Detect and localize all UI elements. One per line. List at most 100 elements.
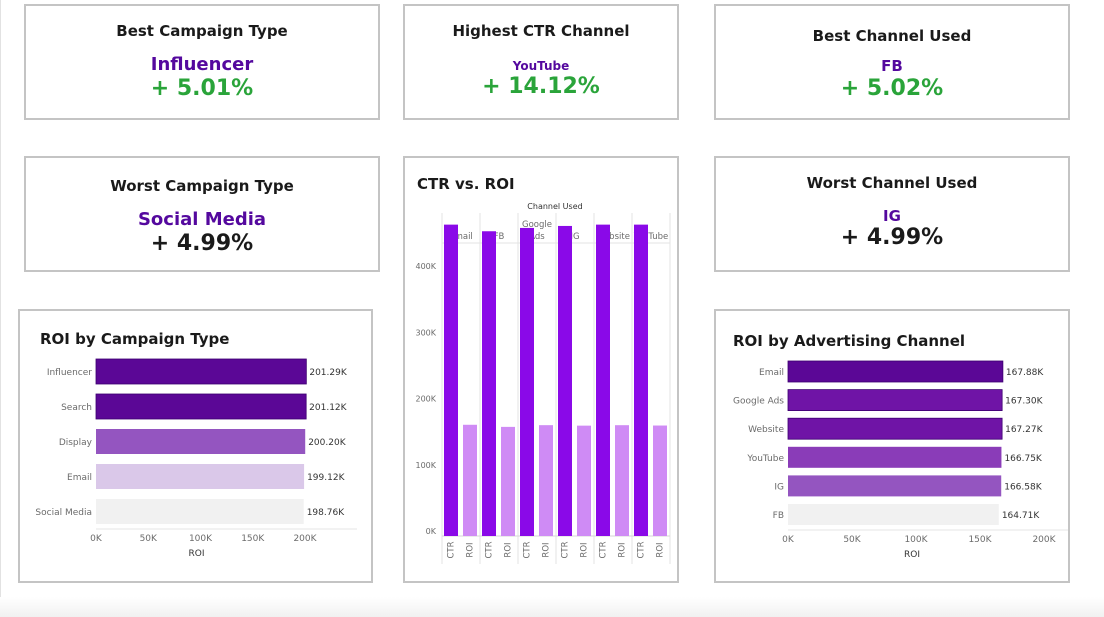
- bar-roi: [577, 425, 591, 536]
- bar: [788, 504, 999, 525]
- bar-value-label: 167.30K: [1005, 397, 1043, 407]
- x-axis-title: ROI: [189, 549, 205, 559]
- kpi-card-best-channel-used: Best Channel Used FB + 5.02%: [714, 4, 1070, 120]
- bar-roi: [615, 425, 629, 536]
- bar-value-label: 201.29K: [309, 368, 347, 378]
- measure-label: CTR: [523, 541, 533, 558]
- y-tick-label: 400K: [415, 262, 436, 271]
- ctr-vs-roi-chart-card: CTR vs. ROI Channel Used Email CTR ROI FB CTR…: [403, 156, 679, 583]
- bar-roi: [653, 425, 667, 536]
- category-label: Display: [59, 438, 93, 448]
- kpi-name: YouTube: [512, 59, 570, 73]
- page-left-rule: [0, 0, 1, 617]
- category-label: Website: [748, 425, 784, 435]
- kpi-value: + 4.99%: [840, 225, 944, 250]
- kpi-name: Social Media: [137, 209, 267, 230]
- measure-label: ROI: [618, 542, 628, 557]
- bar: [96, 464, 305, 489]
- roi-by-advertising-channel-chart: Email 167.88K Google Ads 167.30K Website 167.…: [733, 360, 1068, 560]
- measure-label: ROI: [504, 542, 514, 557]
- x-tick-label: 150K: [241, 534, 265, 544]
- x-tick-label: 100K: [189, 534, 213, 544]
- bar-value-label: 198.76K: [307, 508, 345, 518]
- x-tick-label: 50K: [843, 535, 861, 545]
- measure-label: ROI: [542, 542, 552, 557]
- kpi-value: + 4.99%: [150, 231, 254, 256]
- x-tick-label: 200K: [1032, 535, 1056, 545]
- x-tick-label: 150K: [968, 535, 992, 545]
- category-label: Google Ads: [733, 397, 784, 407]
- kpi-value: + 14.12%: [482, 74, 600, 99]
- bar-value-label: 164.71K: [1002, 511, 1040, 521]
- bar-ctr: [596, 224, 610, 536]
- kpi-value: + 5.02%: [840, 76, 944, 101]
- kpi-title: Best Campaign Type: [116, 22, 288, 40]
- category-label: Email: [67, 473, 92, 483]
- bar: [788, 446, 1002, 468]
- measure-label: CTR: [447, 541, 457, 558]
- bar-ctr: [634, 224, 648, 536]
- bar: [787, 360, 1004, 383]
- bar-ctr: [444, 224, 458, 536]
- x-tick-label: 100K: [904, 535, 928, 545]
- bar-roi: [539, 425, 553, 536]
- category-label: Influencer: [47, 368, 92, 378]
- category-label: YouTube: [746, 454, 784, 464]
- bar-value-label: 201.12K: [309, 403, 347, 413]
- kpi-card-best-campaign-type: Best Campaign Type Influencer + 5.01%: [24, 4, 380, 120]
- category-label: Email: [759, 368, 784, 378]
- bar: [788, 475, 1002, 497]
- ctr-vs-roi-chart: Channel UsedEmailCTR ROIFBCTR ROIGoogleAds…: [415, 202, 671, 564]
- bar: [95, 358, 307, 385]
- column-header-title: Channel Used: [527, 202, 582, 211]
- kpi-name: IG: [883, 207, 901, 225]
- roi-by-campaign-type-card: ROI by Campaign Type Influencer 201.29K Se…: [18, 309, 373, 583]
- y-tick-label: 0K: [426, 527, 437, 536]
- bar-value-label: 167.88K: [1006, 368, 1044, 378]
- measure-label: ROI: [466, 542, 476, 557]
- measure-label: ROI: [656, 542, 666, 557]
- kpi-card-highest-ctr-channel: Highest CTR Channel YouTube + 14.12%: [403, 4, 679, 120]
- x-tick-label: 0K: [90, 534, 103, 544]
- bar: [787, 389, 1003, 411]
- kpi-name: Influencer: [150, 54, 254, 75]
- bar-value-label: 166.58K: [1004, 482, 1042, 492]
- bar-ctr: [558, 225, 572, 536]
- x-axis-title: ROI: [904, 550, 920, 560]
- bar-roi: [463, 424, 477, 536]
- bar-value-label: 200.20K: [308, 438, 346, 448]
- x-tick-label: 200K: [293, 534, 317, 544]
- x-tick-label: 50K: [140, 534, 158, 544]
- kpi-title: Best Channel Used: [812, 27, 972, 45]
- kpi-value: + 5.01%: [150, 76, 254, 101]
- bar: [96, 499, 304, 524]
- bar-value-label: 166.75K: [1004, 454, 1042, 464]
- footer-bar: [0, 597, 1104, 617]
- bar-ctr: [520, 227, 534, 536]
- bar-ctr: [482, 231, 496, 536]
- y-tick-label: 100K: [415, 461, 436, 470]
- kpi-title: Highest CTR Channel: [452, 22, 630, 40]
- bar: [787, 417, 1003, 440]
- bar: [95, 393, 307, 420]
- category-label: IG: [774, 482, 784, 492]
- bar-value-label: 167.27K: [1005, 425, 1043, 435]
- bar: [96, 429, 306, 454]
- kpi-title: Worst Channel Used: [806, 174, 978, 192]
- kpi-card-worst-campaign-type: Worst Campaign Type Social Media + 4.99%: [24, 156, 380, 272]
- measure-label: CTR: [485, 541, 495, 558]
- measure-label: ROI: [580, 542, 590, 557]
- y-tick-label: 200K: [415, 395, 436, 404]
- kpi-title: Worst Campaign Type: [110, 177, 294, 195]
- kpi-name: FB: [881, 57, 903, 75]
- x-tick-label: 0K: [782, 535, 795, 545]
- measure-label: CTR: [599, 541, 609, 558]
- bar-roi: [501, 426, 515, 536]
- category-label: Search: [61, 403, 92, 413]
- measure-label: CTR: [637, 541, 647, 558]
- roi-by-campaign-type-chart: Influencer 201.29K Search 201.12K Display 200…: [35, 358, 357, 559]
- category-label: Social Media: [35, 508, 92, 518]
- category-label: FB: [773, 511, 784, 521]
- kpi-card-worst-channel-used: Worst Channel Used IG + 4.99%: [714, 156, 1070, 272]
- bar-value-label: 199.12K: [307, 473, 345, 483]
